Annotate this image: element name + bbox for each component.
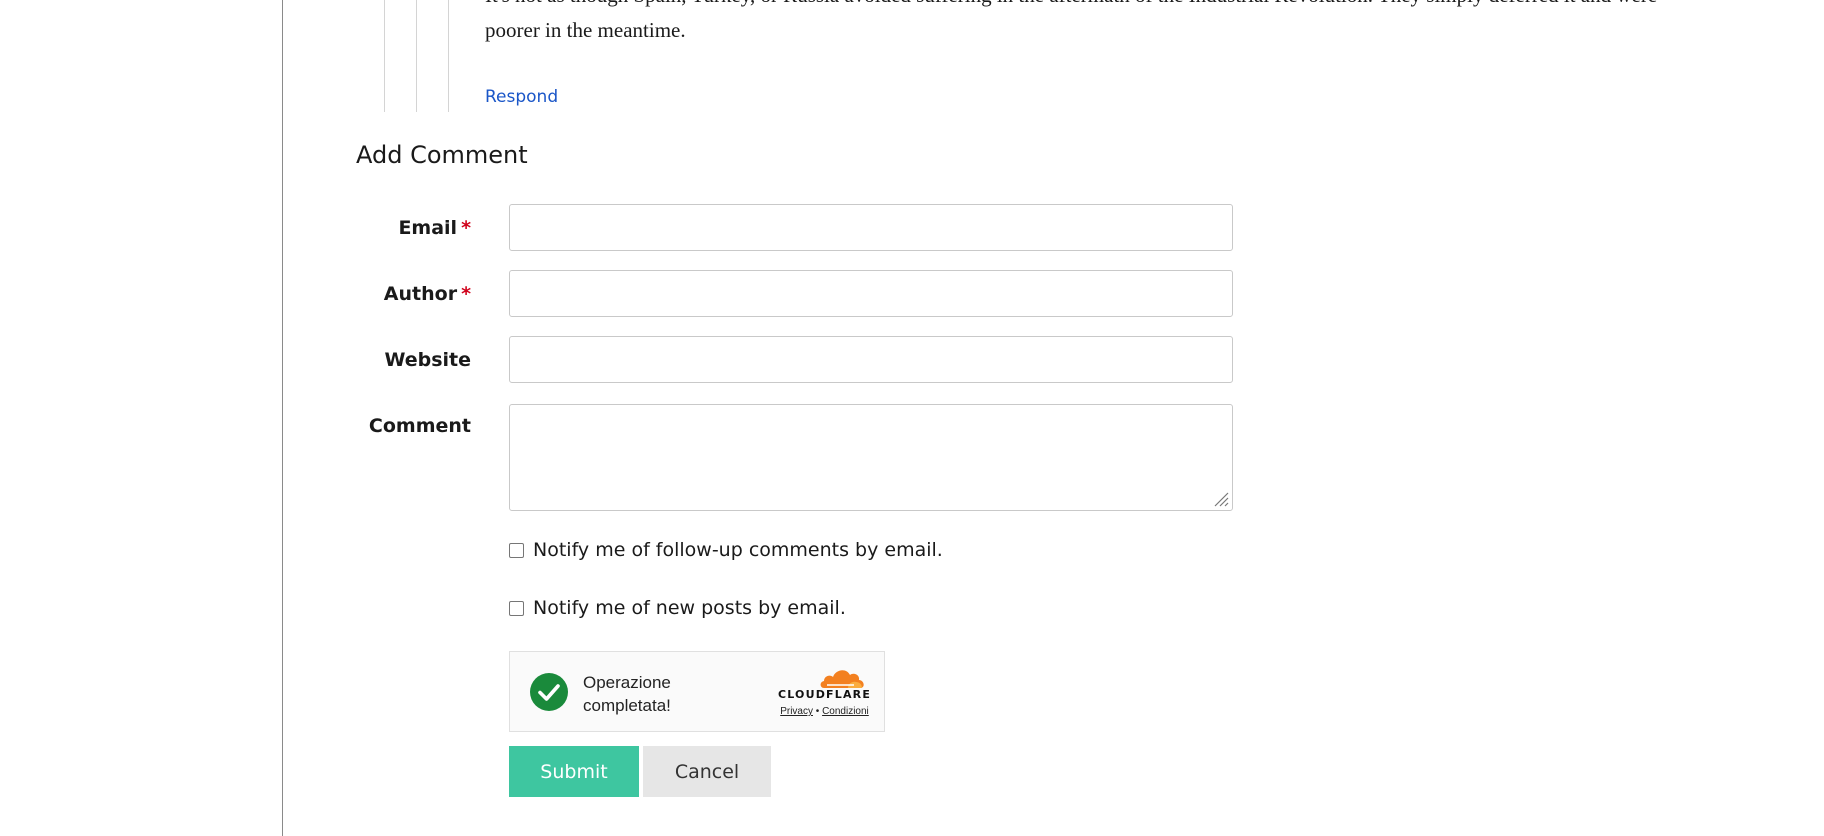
notify-posts-label: Notify me of new posts by email. — [533, 597, 846, 619]
add-comment-title: Add Comment — [356, 141, 528, 169]
respond-link[interactable]: Respond — [485, 87, 558, 107]
captcha-links: Privacy • Condizioni — [772, 706, 877, 717]
captcha-status-line: Operazione — [583, 673, 671, 692]
cloudflare-cloud-icon — [820, 670, 864, 688]
notify-followup-checkbox[interactable] — [509, 542, 524, 558]
required-marker: * — [461, 217, 471, 239]
comment-line: poorer in the meantime. — [485, 18, 686, 42]
cancel-button[interactable]: Cancel — [643, 746, 771, 797]
content-left-border — [282, 0, 283, 836]
website-label: Website — [384, 349, 471, 371]
notify-posts-checkbox[interactable] — [509, 600, 524, 616]
terms-link[interactable]: Condizioni — [822, 706, 869, 717]
cloudflare-turnstile-widget: Operazione completata! CLOUDFLARE Privac… — [509, 651, 885, 732]
website-field[interactable] — [509, 336, 1233, 383]
submit-button[interactable]: Submit — [509, 746, 639, 797]
required-marker: * — [461, 283, 471, 305]
captcha-status-line: completata! — [583, 696, 671, 715]
thread-indent-line — [384, 0, 385, 112]
resize-grip-icon[interactable] — [1212, 490, 1229, 507]
email-label: Email * — [398, 217, 471, 239]
author-field[interactable] — [509, 270, 1233, 317]
thread-indent-line — [416, 0, 417, 112]
notify-followup-label: Notify me of follow-up comments by email… — [533, 539, 943, 561]
link-separator: • — [815, 706, 820, 717]
notify-posts-row[interactable]: Notify me of new posts by email. — [509, 597, 846, 619]
comment-line: It's not as though Spain, Turkey, or Rus… — [485, 0, 1824, 13]
notify-followup-row[interactable]: Notify me of follow-up comments by email… — [509, 539, 943, 561]
privacy-link[interactable]: Privacy — [780, 706, 813, 717]
email-field[interactable] — [509, 204, 1233, 251]
cloudflare-brand: CLOUDFLARE — [777, 688, 872, 701]
comment-body: It's not as though Spain, Turkey, or Rus… — [485, 0, 1824, 48]
thread-indent-line — [448, 0, 449, 112]
captcha-status: Operazione completata! — [583, 671, 733, 717]
check-circle-icon — [530, 673, 568, 711]
comment-label: Comment — [368, 415, 471, 437]
author-label-text: Author — [383, 283, 458, 305]
email-label-text: Email — [398, 217, 458, 239]
author-label: Author * — [384, 283, 471, 305]
comment-textarea[interactable] — [509, 404, 1233, 511]
